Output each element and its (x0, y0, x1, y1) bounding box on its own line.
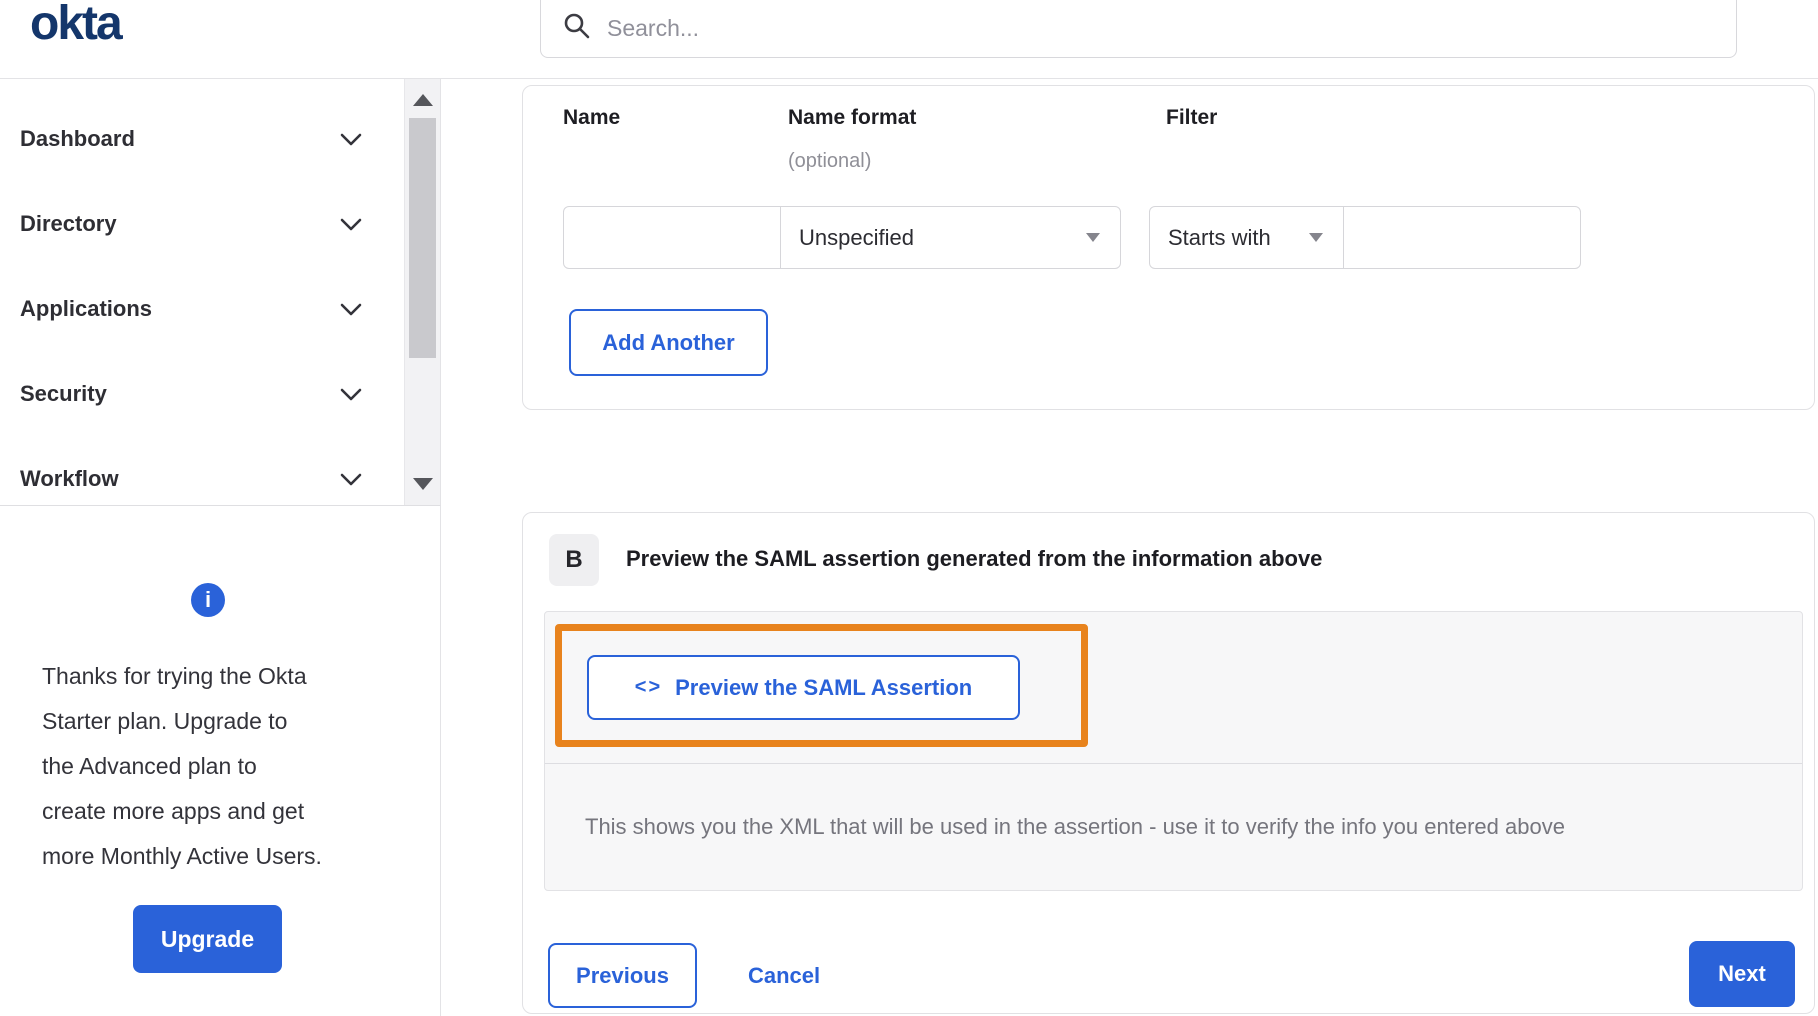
search-input[interactable] (605, 13, 1736, 43)
filter-value-input[interactable] (1343, 206, 1581, 269)
search-icon (563, 12, 591, 45)
attribute-statement-card: Name Name format (optional) Filter Unspe… (522, 85, 1815, 410)
promo-text-line: the Advanced plan to (42, 753, 257, 779)
preview-button-area: <> Preview the SAML Assertion (545, 612, 1802, 764)
sidebar-item[interactable]: Directory (0, 181, 404, 266)
sidebar-nav-list: Dashboard Directory Applications Securit… (0, 96, 404, 521)
sidebar-item-label: Directory (20, 210, 117, 236)
okta-admin-page: okta Dashboard (0, 0, 1818, 1016)
attribute-name-input[interactable] (563, 206, 781, 269)
global-search[interactable] (540, 0, 1737, 58)
next-button[interactable]: Next (1689, 941, 1795, 1007)
filter-column-label: Filter (1166, 106, 1218, 129)
preview-saml-assertion-button[interactable]: <> Preview the SAML Assertion (587, 655, 1020, 720)
filter-operator-select[interactable]: Starts with (1149, 206, 1344, 269)
code-icon: <> (634, 676, 663, 698)
sidebar-item-label: Dashboard (20, 125, 135, 151)
scroll-up-arrow-icon[interactable] (413, 94, 433, 106)
sidebar-nav: Dashboard Directory Applications Securit… (0, 79, 441, 506)
promo-text-line: Starter plan. Upgrade to (42, 708, 288, 734)
promo-text-line: more Monthly Active Users. (42, 843, 322, 869)
sidebar-item-label: Workflow (20, 465, 119, 491)
sidebar-item[interactable]: Security (0, 351, 404, 436)
sidebar-item[interactable]: Applications (0, 266, 404, 351)
caret-down-icon (1309, 233, 1323, 242)
promo-text: Thanks for trying the Okta Starter plan. … (42, 654, 322, 879)
preview-panel: <> Preview the SAML Assertion This shows… (544, 611, 1803, 891)
promo-text-line: create more apps and get (42, 798, 305, 824)
scrollbar-thumb[interactable] (409, 118, 436, 358)
top-header: okta (0, 0, 1818, 79)
preview-saml-assertion-label: Preview the SAML Assertion (675, 674, 973, 700)
previous-button[interactable]: Previous (548, 943, 697, 1008)
saml-preview-card: B Preview the SAML assertion generated f… (522, 512, 1815, 1014)
chevron-down-icon (340, 126, 362, 152)
preview-description: This shows you the XML that will be used… (585, 813, 1565, 839)
name-format-optional-hint: (optional) (788, 150, 872, 172)
filter-operator-selected-value: Starts with (1168, 224, 1271, 250)
preview-section-title: Preview the SAML assertion generated fro… (626, 546, 1323, 571)
okta-logo: okta (30, 0, 123, 50)
info-icon: i (191, 583, 225, 617)
sidebar-item[interactable]: Dashboard (0, 96, 404, 181)
caret-down-icon (1086, 233, 1100, 242)
sidebar-item-label: Applications (20, 295, 153, 321)
name-format-column-label: Name format (788, 106, 917, 129)
upgrade-button[interactable]: Upgrade (133, 905, 282, 973)
chevron-down-icon (340, 466, 362, 492)
cancel-link[interactable]: Cancel (748, 943, 820, 1008)
sidebar-scrollbar[interactable] (404, 79, 440, 505)
name-format-selected-value: Unspecified (799, 224, 914, 250)
promo-text-line: Thanks for trying the Okta (42, 663, 307, 689)
chevron-down-icon (340, 296, 362, 322)
name-format-select[interactable]: Unspecified (780, 206, 1121, 269)
sidebar-item-label: Security (20, 380, 107, 406)
chevron-down-icon (340, 381, 362, 407)
chevron-down-icon (340, 211, 362, 237)
step-b-badge: B (549, 534, 599, 586)
sidebar-promo-panel: i Thanks for trying the Okta Starter plan… (0, 506, 441, 1016)
add-another-button[interactable]: Add Another (569, 309, 768, 376)
scroll-down-arrow-icon[interactable] (413, 478, 433, 490)
name-column-label: Name (563, 106, 621, 129)
